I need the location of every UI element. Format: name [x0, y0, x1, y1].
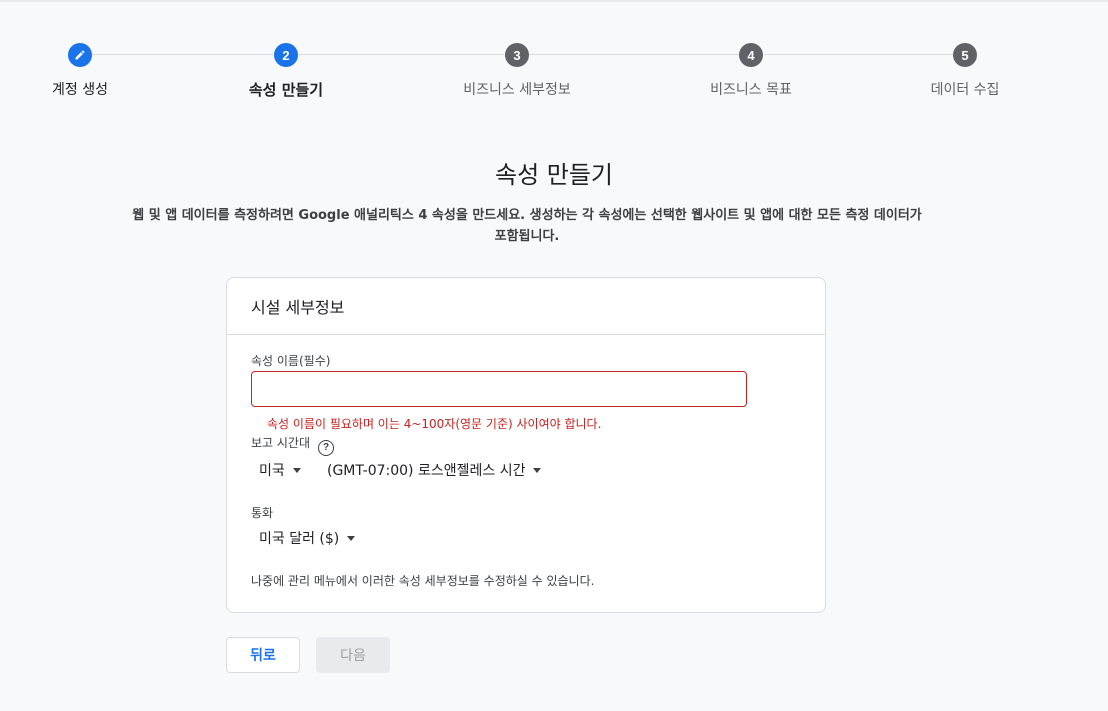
step-label: 계정 생성	[52, 82, 108, 98]
step-circle: 2	[274, 43, 298, 67]
back-button[interactable]: 뒤로	[226, 637, 300, 673]
edit-later-note: 나중에 관리 메뉴에서 이러한 속성 세부정보를 수정하실 수 있습니다.	[251, 574, 595, 588]
help-circle-icon[interactable]: ?	[318, 439, 335, 456]
timezone-select[interactable]: (GMT-07:00) 로스앤젤레스 시간	[327, 460, 542, 480]
card-title: 시설 세부정보	[227, 278, 825, 335]
pencil-icon	[75, 50, 85, 60]
timezone-value: (GMT-07:00) 로스앤젤레스 시간	[327, 463, 526, 479]
currency-value: 미국 달러 ($)	[259, 531, 340, 547]
step-circle	[68, 43, 92, 67]
step-create-property: 2 속성 만들기	[196, 43, 376, 100]
step-business-goals: 4 비즈니스 목표	[661, 43, 841, 99]
timezone-label-row: 보고 시간대?	[251, 434, 335, 456]
step-account-create: 계정 생성	[0, 43, 170, 99]
property-details-card: 시설 세부정보 속성 이름(필수) 속성 이름이 필요하며 이는 4~100자(…	[226, 277, 826, 613]
step-circle: 3	[505, 43, 529, 67]
country-value: 미국	[259, 463, 285, 479]
caret-down-icon	[292, 467, 301, 473]
next-button[interactable]: 다음	[316, 637, 390, 673]
step-business-details: 3 비즈니스 세부정보	[427, 43, 607, 99]
step-label: 속성 만들기	[248, 81, 324, 99]
step-circle: 4	[739, 43, 763, 67]
step-circle: 5	[953, 43, 977, 67]
timezone-label: 보고 시간대	[251, 436, 311, 450]
country-select[interactable]: 미국	[259, 460, 301, 480]
step-label: 비즈니스 목표	[710, 82, 792, 98]
currency-select[interactable]: 미국 달러 ($)	[259, 528, 356, 548]
stepper: 계정 생성 2 속성 만들기 3 비즈니스 세부정보 4 비즈니스 목표 5 데…	[0, 0, 1108, 120]
property-name-label: 속성 이름(필수)	[251, 354, 331, 368]
page-description: 웹 및 앱 데이터를 측정하려면 Google 애널리틱스 4 속성을 만드세요…	[132, 208, 922, 244]
currency-label: 통화	[251, 506, 274, 520]
property-name-input[interactable]	[251, 371, 747, 407]
step-label: 데이터 수집	[930, 82, 1000, 98]
caret-down-icon	[533, 467, 542, 473]
step-label: 비즈니스 세부정보	[463, 82, 571, 98]
property-name-error: 속성 이름이 필요하며 이는 4~100자(영문 기준) 사이여야 합니다.	[267, 417, 602, 431]
caret-down-icon	[347, 535, 356, 541]
page-title: 속성 만들기	[494, 161, 614, 189]
step-data-collection: 5 데이터 수집	[875, 43, 1055, 99]
